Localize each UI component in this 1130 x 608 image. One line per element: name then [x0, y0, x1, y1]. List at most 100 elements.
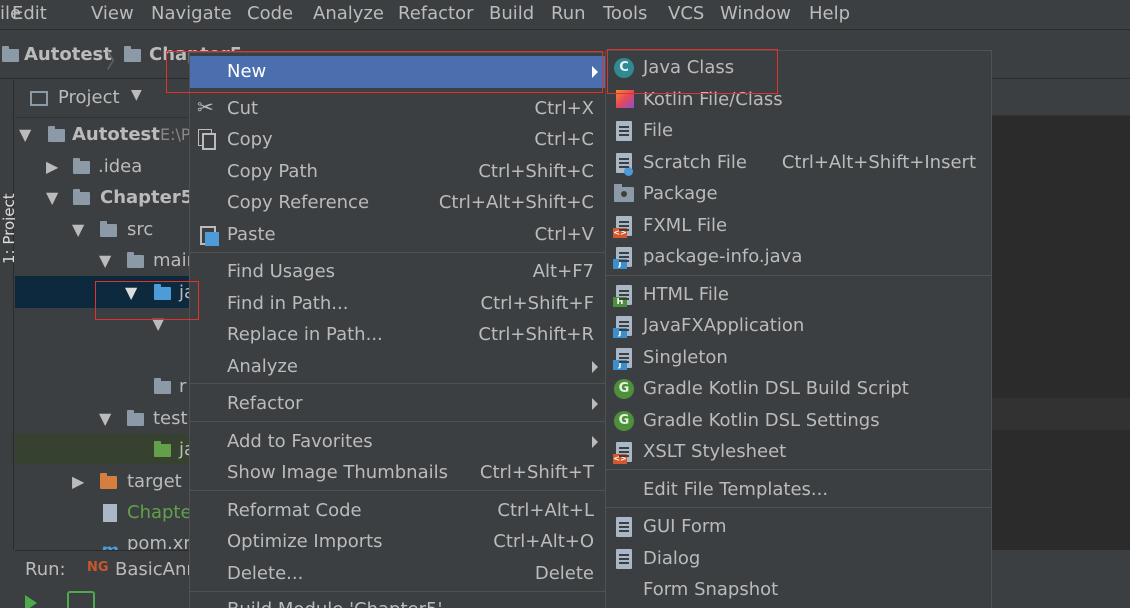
tree-row-idea[interactable]: ▶ .idea — [15, 151, 190, 182]
menu-item-label: New — [227, 61, 267, 82]
menu-item-cut[interactable]: ✂ Cut Ctrl+X — [190, 93, 606, 125]
submenu-item-package[interactable]: Package — [606, 178, 992, 210]
menu-item-reformat-code[interactable]: Reformat Code Ctrl+Alt+L — [190, 495, 606, 527]
menu-item-label: Singleton — [643, 347, 728, 368]
menu-edit[interactable]: Edit — [12, 2, 47, 26]
menu-separator — [190, 252, 606, 253]
submenu-item-fxml-file[interactable]: <> FXML File — [606, 210, 992, 242]
submenu-item-form-snapshot[interactable]: Form Snapshot — [606, 574, 992, 606]
submenu-item-package-info[interactable]: J package-info.java — [606, 241, 992, 273]
menu-view[interactable]: View — [91, 2, 134, 26]
menu-separator — [190, 421, 606, 422]
submenu-item-javafx-application[interactable]: J JavaFXApplication — [606, 310, 992, 342]
menu-item-label: Refactor — [227, 393, 303, 414]
submenu-item-edit-file-templates[interactable]: Edit File Templates... — [606, 474, 992, 506]
menu-item-show-image-thumbnails[interactable]: Show Image Thumbnails Ctrl+Shift+T — [190, 457, 606, 489]
submenu-item-kotlin-file[interactable]: Kotlin File/Class — [606, 84, 992, 116]
submenu-item-xslt-stylesheet[interactable]: <> XSLT Stylesheet — [606, 436, 992, 468]
menu-navigate[interactable]: Navigate — [151, 2, 232, 26]
tree-row-autotest[interactable]: ▼ Autotest E:\P — [15, 119, 191, 150]
menu-separator — [606, 469, 992, 470]
expand-arrow-icon[interactable]: ▼ — [99, 245, 111, 276]
rerun-icon[interactable] — [67, 591, 95, 608]
menu-analyze[interactable]: Analyze — [313, 2, 384, 26]
menu-item-replace-in-path[interactable]: Replace in Path... Ctrl+Shift+R — [190, 319, 606, 351]
tree-row-package[interactable]: ▼ — [15, 308, 190, 339]
module-folder-icon — [48, 126, 65, 142]
menu-item-label: JavaFXApplication — [643, 315, 805, 336]
collapse-arrow-icon[interactable]: ▶ — [46, 151, 58, 182]
expand-arrow-icon[interactable]: ▼ — [99, 403, 111, 434]
tree-row-chapter5[interactable]: ▼ Chapter5 — [15, 182, 194, 213]
tree-row-pom[interactable]: m pom.xm — [15, 528, 190, 550]
menu-refactor[interactable]: Refactor — [398, 2, 474, 26]
submenu-item-file[interactable]: File — [606, 115, 992, 147]
menu-item-paste[interactable]: Paste Ctrl+V — [190, 219, 606, 251]
menu-item-refactor[interactable]: Refactor — [190, 388, 606, 420]
submenu-item-singleton[interactable]: J Singleton — [606, 342, 992, 374]
tree-label: pom.xm — [127, 533, 190, 550]
singleton-icon: J — [613, 348, 632, 370]
menu-build[interactable]: Build — [489, 2, 534, 26]
menu-window[interactable]: Window — [720, 2, 791, 26]
expand-arrow-icon[interactable]: ▼ — [19, 119, 31, 150]
menu-item-label: Edit File Templates... — [643, 479, 829, 500]
html-file-icon: H — [613, 285, 632, 307]
collapse-arrow-icon[interactable]: ▶ — [72, 466, 84, 497]
menu-tools[interactable]: Tools — [603, 2, 647, 26]
tree-row-test[interactable]: ▼ test — [15, 403, 190, 434]
module-folder-icon — [2, 46, 19, 62]
menu-code[interactable]: Code — [247, 2, 293, 26]
menu-item-find-usages[interactable]: Find Usages Alt+F7 — [190, 256, 606, 288]
tree-row-main[interactable]: ▼ main — [15, 245, 198, 276]
menu-help[interactable]: Help — [809, 2, 850, 26]
submenu-item-html-file[interactable]: H HTML File — [606, 279, 992, 311]
submenu-item-gui-form[interactable]: GUI Form — [606, 511, 992, 543]
submenu-item-gradle-build-script[interactable]: G Gradle Kotlin DSL Build Script — [606, 373, 992, 405]
menu-item-label: Kotlin File/Class — [643, 89, 783, 110]
menu-item-find-in-path[interactable]: Find in Path... Ctrl+Shift+F — [190, 288, 606, 320]
submenu-item-gradle-settings[interactable]: G Gradle Kotlin DSL Settings — [606, 405, 992, 437]
dropdown-arrow-icon[interactable]: ▼ — [131, 87, 142, 103]
menu-item-optimize-imports[interactable]: Optimize Imports Ctrl+Alt+O — [190, 526, 606, 558]
menu-item-copy[interactable]: Copy Ctrl+C — [190, 124, 606, 156]
tree-row-iml[interactable]: Chapte — [15, 497, 192, 528]
package-icon — [614, 184, 634, 202]
tree-row-java[interactable]: ▼ ja — [15, 277, 195, 308]
menu-item-copy-reference[interactable]: Copy Reference Ctrl+Alt+Shift+C — [190, 187, 606, 219]
menu-item-label: Delete... — [227, 563, 304, 584]
folder-icon — [73, 158, 90, 174]
expand-arrow-icon[interactable]: ▼ — [72, 214, 84, 245]
tree-label: Chapter5 — [100, 187, 194, 208]
menu-vcs[interactable]: VCS — [668, 2, 704, 26]
menu-item-delete[interactable]: Delete... Delete — [190, 558, 606, 590]
breadcrumb-autotest[interactable]: Autotest — [24, 43, 112, 67]
tree-row-test-java[interactable]: ja — [15, 434, 195, 465]
menu-run[interactable]: Run — [551, 2, 586, 26]
menu-item-label: Java Class — [643, 57, 735, 78]
submenu-item-java-class[interactable]: C Java Class — [606, 52, 992, 84]
menu-item-copy-path[interactable]: Copy Path Ctrl+Shift+C — [190, 156, 606, 188]
menu-item-label: Analyze — [227, 356, 298, 377]
menu-item-build-module[interactable]: Build Module 'Chapter5' — [190, 594, 606, 608]
menu-item-new[interactable]: New — [190, 56, 606, 88]
run-config-tab[interactable]: BasicAnn — [115, 557, 198, 583]
expand-arrow-icon[interactable]: ▼ — [152, 308, 164, 339]
editor-area[interactable] — [992, 80, 1130, 550]
menu-item-label: Form Snapshot — [643, 579, 779, 600]
project-view-selector[interactable]: Project — [58, 86, 120, 110]
tree-row-src[interactable]: ▼ src — [15, 214, 190, 245]
expand-arrow-icon[interactable]: ▼ — [46, 182, 58, 213]
expand-arrow-icon[interactable]: ▼ — [125, 277, 137, 308]
menu-item-label: GUI Form — [643, 516, 727, 537]
scissors-icon: ✂ — [197, 95, 214, 119]
submenu-item-dialog[interactable]: Dialog — [606, 543, 992, 575]
tree-row-resources[interactable]: r — [15, 371, 190, 402]
submenu-arrow-icon — [592, 66, 598, 78]
submenu-item-scratch-file[interactable]: Scratch File Ctrl+Alt+Shift+Insert — [606, 147, 992, 179]
menu-item-analyze[interactable]: Analyze — [190, 351, 606, 383]
menu-item-add-to-favorites[interactable]: Add to Favorites — [190, 426, 606, 458]
run-play-icon[interactable] — [25, 595, 37, 608]
tree-row-target[interactable]: ▶ target — [15, 466, 190, 497]
menu-item-label: Add to Favorites — [227, 431, 373, 452]
